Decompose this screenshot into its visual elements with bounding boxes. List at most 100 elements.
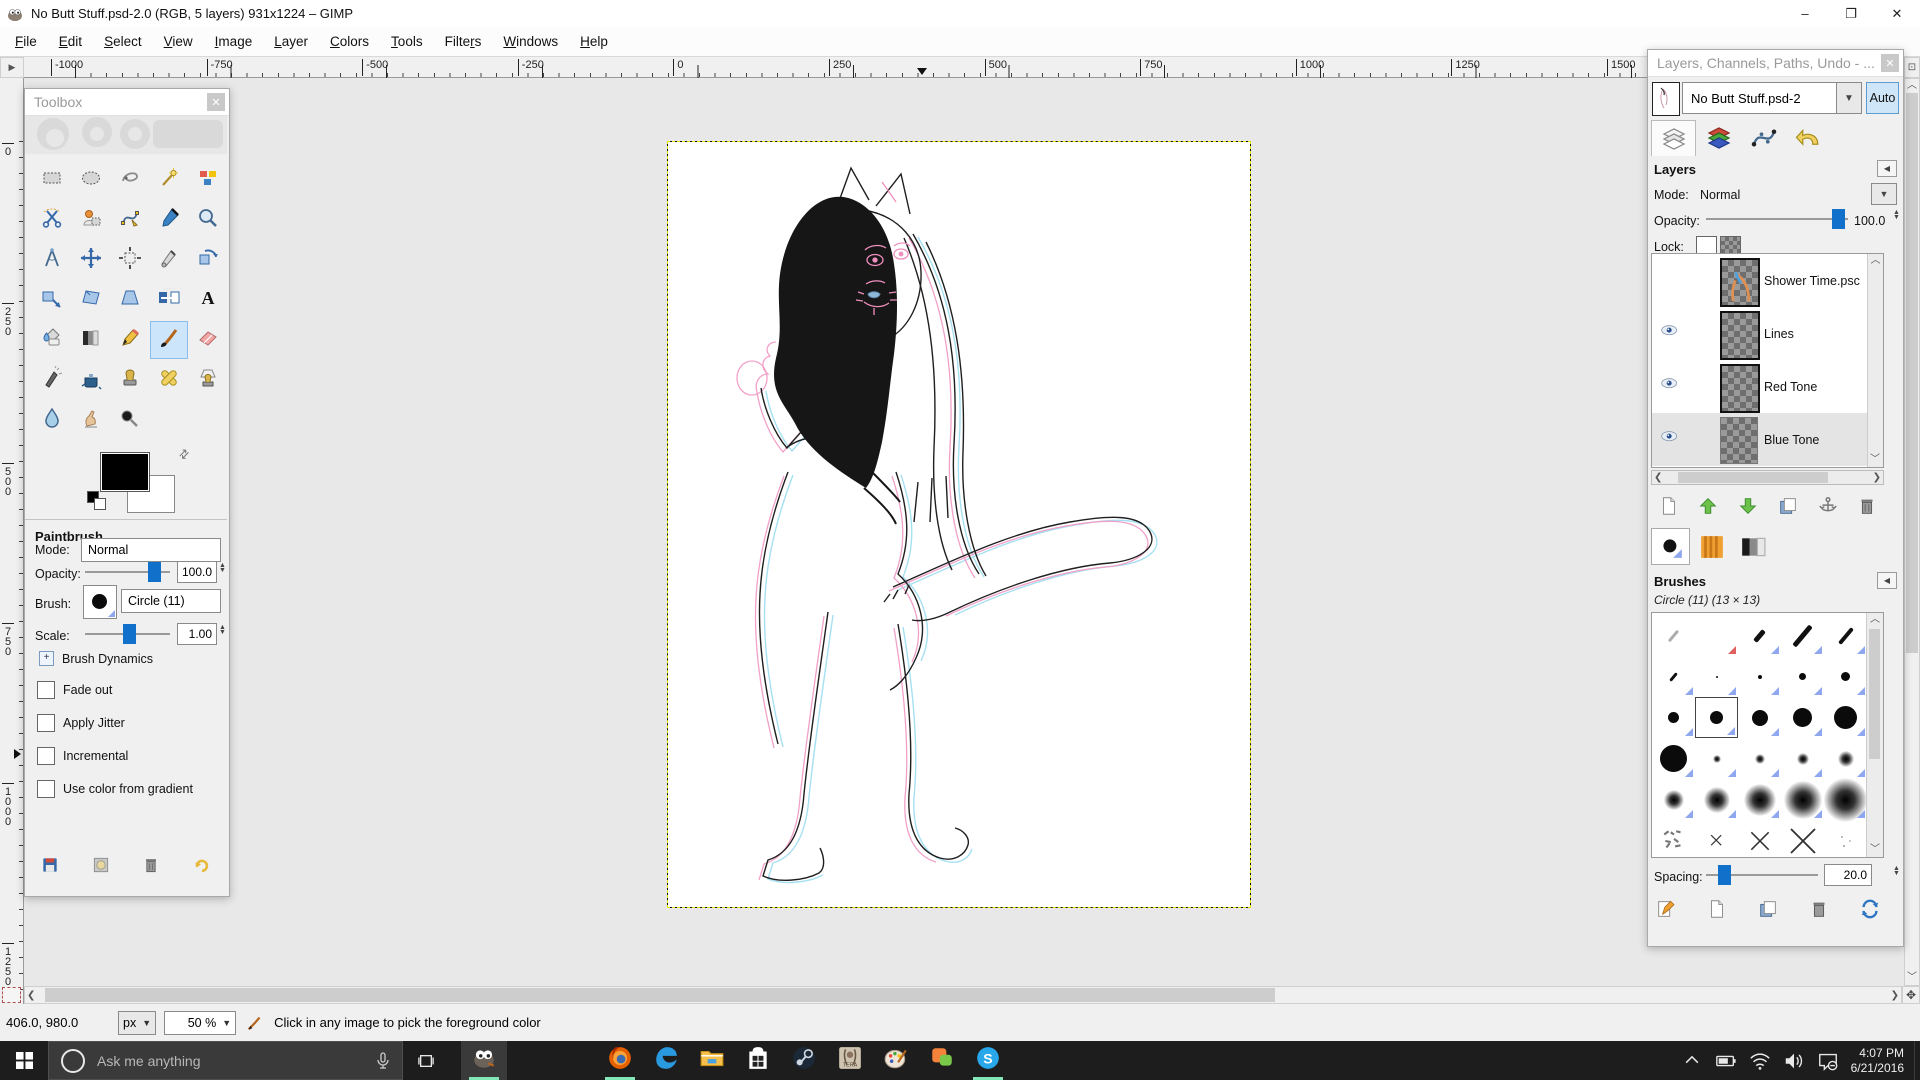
battery-icon[interactable]: [1713, 1046, 1739, 1076]
refresh-brushes-button[interactable]: [1858, 898, 1882, 920]
opacity-value[interactable]: 100.0: [177, 561, 217, 583]
tab-brushes[interactable]: [1651, 528, 1690, 565]
taskbar-app-gimp[interactable]: [461, 1041, 507, 1080]
collapse-icon[interactable]: ◀: [1877, 572, 1897, 589]
mode-dropdown[interactable]: Normal: [81, 538, 221, 562]
task-view-button[interactable]: [403, 1041, 449, 1080]
tab-gradients[interactable]: [1733, 528, 1772, 565]
rectangle-select-tool[interactable]: [33, 161, 71, 199]
free-select-tool[interactable]: [111, 161, 149, 199]
restore-options-button[interactable]: [89, 854, 113, 876]
duplicate-layer-button[interactable]: [1769, 492, 1806, 519]
rotate-tool[interactable]: [189, 241, 227, 279]
horizontal-scrollbar[interactable]: ❮ ❯: [24, 986, 1902, 1004]
brush-fuzzy-6[interactable]: [1781, 738, 1824, 779]
brush-dot-7[interactable]: [1781, 656, 1824, 697]
brush-grid-scrollbar[interactable]: ︿ ﹀: [1866, 613, 1883, 857]
brush-dot-11[interactable]: [1652, 697, 1695, 738]
scroll-down-arrow[interactable]: ﹀: [1870, 453, 1880, 467]
smudge-tool[interactable]: [72, 401, 110, 439]
layer-list-hscrollbar[interactable]: ❮ ❯: [1651, 470, 1884, 485]
tab-patterns[interactable]: [1692, 528, 1731, 565]
brush-cross-med[interactable]: [1738, 820, 1781, 861]
taskbar-app-paint[interactable]: [873, 1041, 919, 1080]
ruler-origin-button[interactable]: ▶: [0, 57, 24, 78]
microphone-icon[interactable]: [376, 1052, 390, 1070]
tab-channels[interactable]: [1696, 120, 1741, 156]
brush-dot-2[interactable]: [1695, 656, 1738, 697]
taskbar-app-edge[interactable]: [643, 1041, 689, 1080]
brush-name-box[interactable]: Circle (11): [121, 589, 221, 613]
perspective-tool[interactable]: [111, 281, 149, 319]
flip-tool[interactable]: [150, 281, 188, 319]
scale-spinner[interactable]: ▲▼: [218, 625, 227, 635]
menu-view[interactable]: View: [153, 30, 204, 53]
brush-fuzzy-19[interactable]: [1781, 779, 1824, 820]
scroll-right-arrow[interactable]: ❯: [1891, 989, 1899, 1003]
paintbrush-tool[interactable]: [150, 321, 188, 359]
image-selector-dropdown[interactable]: No Butt Stuff.psd-2: [1682, 82, 1862, 114]
brush-fuzzy-10[interactable]: [1652, 779, 1695, 820]
layer-thumbnail[interactable]: [1720, 311, 1760, 360]
brush-cross-large[interactable]: [1781, 820, 1824, 861]
close-icon[interactable]: ✕: [1881, 54, 1899, 72]
menu-windows[interactable]: Windows: [492, 30, 569, 53]
layer-opacity-spinner[interactable]: ▲▼: [1892, 210, 1901, 220]
tab-undo-history[interactable]: [1786, 120, 1831, 156]
menu-help[interactable]: Help: [569, 30, 619, 53]
bucket-fill-tool[interactable]: [33, 321, 71, 359]
brush-cross-small[interactable]: [1695, 820, 1738, 861]
delete-options-button[interactable]: [139, 854, 163, 876]
chevron-down-icon[interactable]: ▼: [1836, 82, 1862, 114]
collapse-icon[interactable]: ◀: [1877, 160, 1897, 177]
heal-tool[interactable]: [150, 361, 188, 399]
horizontal-ruler[interactable]: -1000-750-500-2500250500750100012501500: [24, 57, 1904, 78]
zoom-follow-window-button[interactable]: ⊡: [1904, 57, 1920, 78]
spacing-slider[interactable]: [1706, 864, 1818, 886]
raise-layer-button[interactable]: [1690, 492, 1727, 519]
canvas[interactable]: [668, 142, 1250, 907]
default-colors-icon[interactable]: [87, 491, 105, 509]
opacity-slider[interactable]: [85, 561, 170, 583]
opacity-spinner[interactable]: ▲▼: [218, 563, 227, 573]
duplicate-brush-button[interactable]: [1756, 898, 1780, 920]
menu-image[interactable]: Image: [204, 30, 264, 53]
vertical-scrollbar[interactable]: ︿ ﹀: [1904, 78, 1920, 986]
quick-mask-toggle[interactable]: [2, 987, 21, 1003]
brush-slash-med[interactable]: [1824, 615, 1867, 656]
scroll-right-arrow[interactable]: ❯: [1873, 471, 1881, 485]
menu-colors[interactable]: Colors: [319, 30, 380, 53]
brush-preview[interactable]: [83, 585, 117, 619]
blur-sharpen-tool[interactable]: [33, 401, 71, 439]
layer-opacity-value[interactable]: 100.0: [1854, 214, 1885, 228]
brush-dot-4[interactable]: [1738, 656, 1781, 697]
scale-tool[interactable]: [33, 281, 71, 319]
delete-layer-button[interactable]: [1849, 492, 1886, 519]
taskbar-app-firefox[interactable]: [597, 1041, 643, 1080]
maximize-button[interactable]: ❐: [1828, 0, 1874, 27]
start-button[interactable]: [0, 1041, 48, 1080]
menu-select[interactable]: Select: [93, 30, 153, 53]
eye-icon[interactable]: [1660, 427, 1680, 452]
taskbar-app-file-explorer[interactable]: [689, 1041, 735, 1080]
v-scroll-thumb[interactable]: [1906, 93, 1918, 653]
taskbar-app-skype[interactable]: S: [965, 1041, 1011, 1080]
reset-options-button[interactable]: [190, 854, 214, 876]
perspective-clone-tool[interactable]: [189, 361, 227, 399]
brush-dot-27[interactable]: [1652, 738, 1695, 779]
brush-dot-13-selected[interactable]: [1695, 697, 1738, 738]
layer-thumbnail[interactable]: [1720, 258, 1760, 307]
tab-layers[interactable]: [1651, 120, 1696, 156]
pencil-tool[interactable]: [111, 321, 149, 359]
scroll-left-arrow[interactable]: ❮: [27, 989, 35, 1003]
eraser-tool[interactable]: [189, 321, 227, 359]
new-brush-button[interactable]: [1705, 898, 1729, 920]
fuzzy-select-tool[interactable]: [150, 161, 188, 199]
scissors-select-tool[interactable]: [33, 201, 71, 239]
brush-dynamics-expander[interactable]: + Brush Dynamics: [39, 651, 153, 666]
close-button[interactable]: ✕: [1874, 0, 1920, 27]
hidden-icons-chevron-icon[interactable]: [1679, 1046, 1705, 1076]
shear-tool[interactable]: [72, 281, 110, 319]
h-scroll-thumb[interactable]: [45, 988, 1275, 1002]
scroll-up-arrow[interactable]: ︿: [1868, 254, 1883, 268]
